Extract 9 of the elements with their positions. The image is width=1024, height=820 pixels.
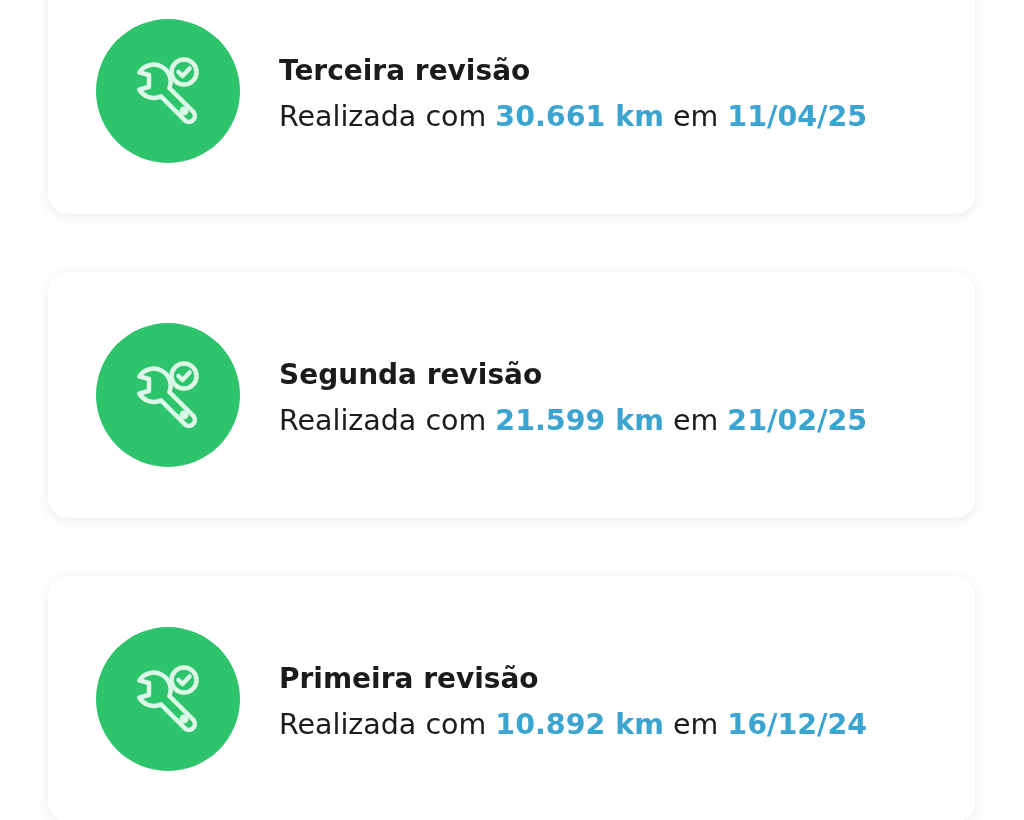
wrench-check-icon	[96, 19, 240, 163]
revision-title: Terceira revisão	[279, 53, 532, 89]
revision-summary: Realizada com 30.661 km em 11/04/25	[279, 99, 868, 135]
revision-title: Primeira revisão	[279, 661, 540, 697]
revision-summary: Realizada com 10.892 km em 16/12/24	[279, 707, 868, 743]
wrench-check-icon	[96, 323, 240, 467]
revision-title: Segunda revisão	[279, 357, 544, 393]
wrench-check-icon	[96, 627, 240, 771]
revision-summary: Realizada com 21.599 km em 21/02/25	[279, 403, 868, 439]
